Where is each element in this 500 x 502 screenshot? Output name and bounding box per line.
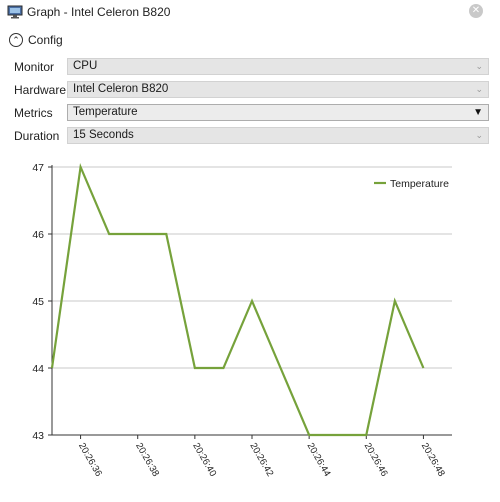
chevron-down-icon: ⌄ (475, 84, 483, 94)
hardware-label: Hardware (14, 83, 67, 97)
monitor-value: CPU (73, 60, 98, 72)
metrics-select[interactable]: Temperature ▼ (67, 104, 489, 121)
monitor-icon (7, 5, 23, 19)
y-tick-label: 46 (32, 229, 44, 241)
hardware-value: Intel Celeron B820 (73, 83, 169, 95)
x-tick-label: 20:26:38 (133, 441, 161, 479)
monitor-label: Monitor (14, 60, 55, 74)
x-tick-label: 20:26:36 (76, 441, 104, 479)
metrics-value: Temperature (73, 106, 138, 118)
duration-select[interactable]: 15 Seconds ⌄ (67, 127, 489, 144)
window-title: Graph - Intel Celeron B820 (27, 5, 171, 19)
config-label: Config (28, 33, 63, 47)
title-bar: Graph - Intel Celeron B820 ✕ (0, 0, 500, 24)
chevron-down-icon: ⌄ (475, 61, 483, 71)
x-tick-label: 20:26:42 (247, 441, 275, 479)
legend-label: Temperature (390, 178, 449, 190)
y-tick-label: 43 (32, 430, 44, 442)
y-tick-label: 44 (32, 363, 44, 375)
x-tick-label: 20:26:46 (362, 441, 390, 479)
chart-svg: 47 46 45 44 43 20:26:36 20:26:38 20:26:40 20:26:… (32, 162, 452, 479)
temperature-chart: 47 46 45 44 43 20:26:36 20:26:38 20:26:40 20:26:… (0, 152, 500, 502)
monitor-select[interactable]: CPU ⌄ (67, 58, 489, 75)
hardware-select[interactable]: Intel Celeron B820 ⌄ (67, 81, 489, 98)
chevron-down-icon: ⌄ (475, 130, 483, 140)
y-tick-label: 47 (32, 162, 44, 174)
x-tick-label: 20:26:40 (190, 441, 218, 479)
duration-value: 15 Seconds (73, 129, 134, 141)
x-tick-label: 20:26:44 (305, 441, 333, 479)
config-toggle[interactable]: ⌃ Config (9, 31, 63, 49)
close-icon: ✕ (471, 5, 481, 16)
close-button[interactable]: ✕ (469, 4, 483, 18)
dropdown-arrow-icon: ▼ (473, 107, 483, 118)
duration-label: Duration (14, 129, 60, 143)
x-tick-label: 20:26:48 (419, 441, 447, 479)
chevron-up-icon: ⌃ (9, 33, 23, 47)
metrics-label: Metrics (14, 106, 53, 120)
y-tick-label: 45 (32, 296, 44, 308)
